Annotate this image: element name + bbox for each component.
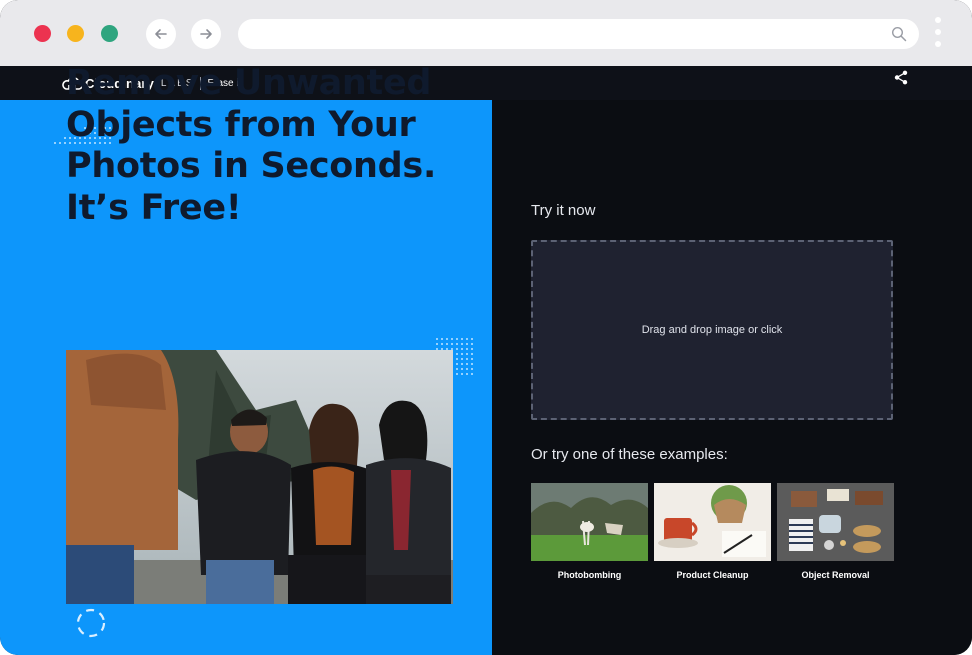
minimize-window-button[interactable]	[67, 25, 84, 42]
friends-photo-illustration	[66, 350, 453, 604]
upload-dropzone[interactable]: Drag and drop image or click	[531, 240, 893, 420]
decorative-dot	[441, 343, 443, 345]
arrow-right-icon	[200, 29, 212, 39]
hero-headline: Remove Unwanted Objects from Your Photos…	[66, 63, 436, 228]
maximize-window-button[interactable]	[101, 25, 118, 42]
hero-photo	[66, 350, 453, 604]
decorative-dot	[461, 338, 463, 340]
back-button[interactable]	[146, 19, 176, 49]
decorative-dot	[461, 358, 463, 360]
decorative-dot	[456, 363, 458, 365]
browser-menu-icon[interactable]	[934, 17, 942, 49]
example-thumbnail[interactable]	[777, 483, 894, 561]
example-caption: Photobombing	[557, 570, 622, 580]
decorative-dot	[446, 343, 448, 345]
decorative-dot	[441, 338, 443, 340]
decorative-dot	[456, 358, 458, 360]
example-object-removal[interactable]: Object Removal	[777, 483, 894, 580]
example-product-cleanup[interactable]: Product Cleanup	[654, 483, 771, 580]
decorative-dot	[451, 338, 453, 340]
decorative-dot	[461, 363, 463, 365]
decorative-dot	[456, 343, 458, 345]
decorative-dot	[456, 338, 458, 340]
example-caption: Object Removal	[801, 570, 870, 580]
example-caption: Product Cleanup	[676, 570, 749, 580]
decorative-dot	[471, 363, 473, 365]
decorative-dot	[461, 373, 463, 375]
browser-window: Cloudinary LABS Erase it! Remove Unwante…	[0, 0, 972, 655]
decorative-dot	[461, 353, 463, 355]
example-photobombing[interactable]: Photobombing	[531, 483, 648, 580]
decorative-dot	[471, 358, 473, 360]
decorative-dot	[446, 338, 448, 340]
decorative-dot	[436, 338, 438, 340]
forward-button[interactable]	[191, 19, 221, 49]
decorative-dot	[461, 348, 463, 350]
arrow-left-icon	[155, 29, 167, 39]
decorative-dot	[471, 353, 473, 355]
decorative-dot	[466, 373, 468, 375]
decorative-dot	[456, 373, 458, 375]
decorative-dot	[466, 363, 468, 365]
decorative-dot	[54, 142, 56, 144]
decorative-dot	[456, 368, 458, 370]
decorative-dot	[466, 338, 468, 340]
decorative-dot	[466, 348, 468, 350]
try-it-now-heading: Try it now	[531, 202, 596, 219]
decorative-dot	[471, 373, 473, 375]
browser-toolbar	[0, 0, 972, 66]
decorative-dot	[456, 353, 458, 355]
close-window-button[interactable]	[34, 25, 51, 42]
decorative-dot	[59, 142, 61, 144]
decorative-dot	[466, 368, 468, 370]
example-thumbnail[interactable]	[654, 483, 771, 561]
decorative-dot	[471, 338, 473, 340]
decorative-dot	[451, 343, 453, 345]
decorative-dot	[466, 343, 468, 345]
dropzone-text: Drag and drop image or click	[641, 324, 783, 336]
decorative-dot	[461, 343, 463, 345]
decorative-dot	[466, 353, 468, 355]
decorative-dot	[471, 348, 473, 350]
examples-heading: Or try one of these examples:	[531, 446, 728, 463]
decorative-dot	[466, 358, 468, 360]
search-icon[interactable]	[891, 26, 907, 42]
decorative-dot	[471, 368, 473, 370]
loading-spinner-icon	[76, 608, 106, 638]
share-icon[interactable]	[894, 70, 908, 85]
decorative-dot	[456, 348, 458, 350]
address-bar[interactable]	[238, 19, 919, 49]
example-thumbnail[interactable]	[531, 483, 648, 561]
decorative-dot	[436, 343, 438, 345]
decorative-dot	[471, 343, 473, 345]
decorative-dot	[461, 368, 463, 370]
